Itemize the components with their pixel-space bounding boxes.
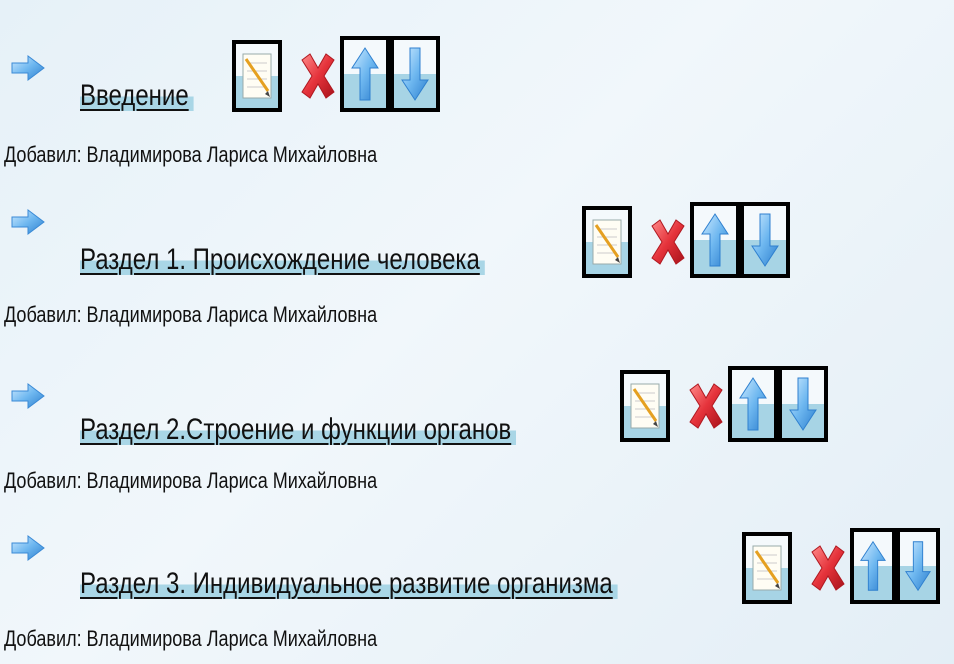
list-item: Раздел 3. Индивидуальное развитие органи… <box>0 504 954 664</box>
item-toolbar <box>742 504 940 604</box>
edit-button[interactable] <box>620 370 670 442</box>
right-arrow-icon <box>11 209 45 235</box>
move-down-button[interactable] <box>390 36 440 112</box>
item-toolbar <box>232 12 440 112</box>
edit-button[interactable] <box>232 40 282 112</box>
up-arrow-icon <box>701 213 729 267</box>
author-name: Владимирова Лариса Михайловна <box>86 302 378 327</box>
up-arrow-icon <box>739 377 767 431</box>
section-title-link[interactable]: Введение <box>80 78 194 114</box>
delete-button[interactable] <box>646 206 690 278</box>
section-title-link[interactable]: Раздел 2.Строение и функции органов <box>80 412 517 448</box>
delete-button[interactable] <box>296 40 340 112</box>
author-label: Добавил: <box>4 626 82 651</box>
list-item: Раздел 1. Происхождение человека Добавил… <box>0 168 954 336</box>
author-label: Добавил: <box>4 302 82 327</box>
author-line: Добавил: Владимирова Лариса Михайловна <box>4 142 377 168</box>
delete-button[interactable] <box>806 532 850 604</box>
section-title-link[interactable]: Раздел 1. Происхождение человека <box>80 242 485 278</box>
right-arrow-icon <box>11 55 45 81</box>
move-up-button[interactable] <box>850 528 896 604</box>
up-arrow-icon <box>860 540 886 591</box>
down-arrow-icon <box>401 47 429 101</box>
item-toolbar <box>620 342 828 442</box>
delete-x-icon <box>811 545 845 591</box>
move-up-button[interactable] <box>690 202 740 278</box>
move-down-button[interactable] <box>740 202 790 278</box>
delete-x-icon <box>689 383 723 429</box>
author-name: Владимирова Лариса Михайловна <box>86 626 378 651</box>
item-toolbar <box>582 178 790 278</box>
up-arrow-icon <box>351 47 379 101</box>
right-arrow-icon <box>11 535 45 561</box>
delete-button[interactable] <box>684 370 728 442</box>
edit-button[interactable] <box>742 532 792 604</box>
author-line: Добавил: Владимирова Лариса Михайловна <box>4 302 377 328</box>
move-down-button[interactable] <box>778 366 828 442</box>
author-name: Владимирова Лариса Михайловна <box>86 142 378 167</box>
edit-note-icon <box>592 219 622 265</box>
list-item: Введение Добавил: Владимирова Лариса Мих… <box>0 0 954 168</box>
author-label: Добавил: <box>4 142 82 167</box>
move-down-button[interactable] <box>896 528 940 604</box>
author-line: Добавил: Владимирова Лариса Михайловна <box>4 626 377 652</box>
move-up-button[interactable] <box>728 366 778 442</box>
delete-x-icon <box>651 219 685 265</box>
edit-note-icon <box>242 53 272 99</box>
down-arrow-icon <box>751 213 779 267</box>
down-arrow-icon <box>789 377 817 431</box>
edit-note-icon <box>752 545 782 591</box>
author-label: Добавил: <box>4 468 82 493</box>
edit-button[interactable] <box>582 206 632 278</box>
section-title-link[interactable]: Раздел 3. Индивидуальное развитие органи… <box>80 566 618 602</box>
author-line: Добавил: Владимирова Лариса Михайловна <box>4 468 377 494</box>
edit-note-icon <box>630 383 660 429</box>
list-item: Раздел 2.Строение и функции органов Доба… <box>0 336 954 504</box>
delete-x-icon <box>301 53 335 99</box>
author-name: Владимирова Лариса Михайловна <box>86 468 378 493</box>
move-up-button[interactable] <box>340 36 390 112</box>
down-arrow-icon <box>905 541 931 592</box>
right-arrow-icon <box>11 383 45 409</box>
